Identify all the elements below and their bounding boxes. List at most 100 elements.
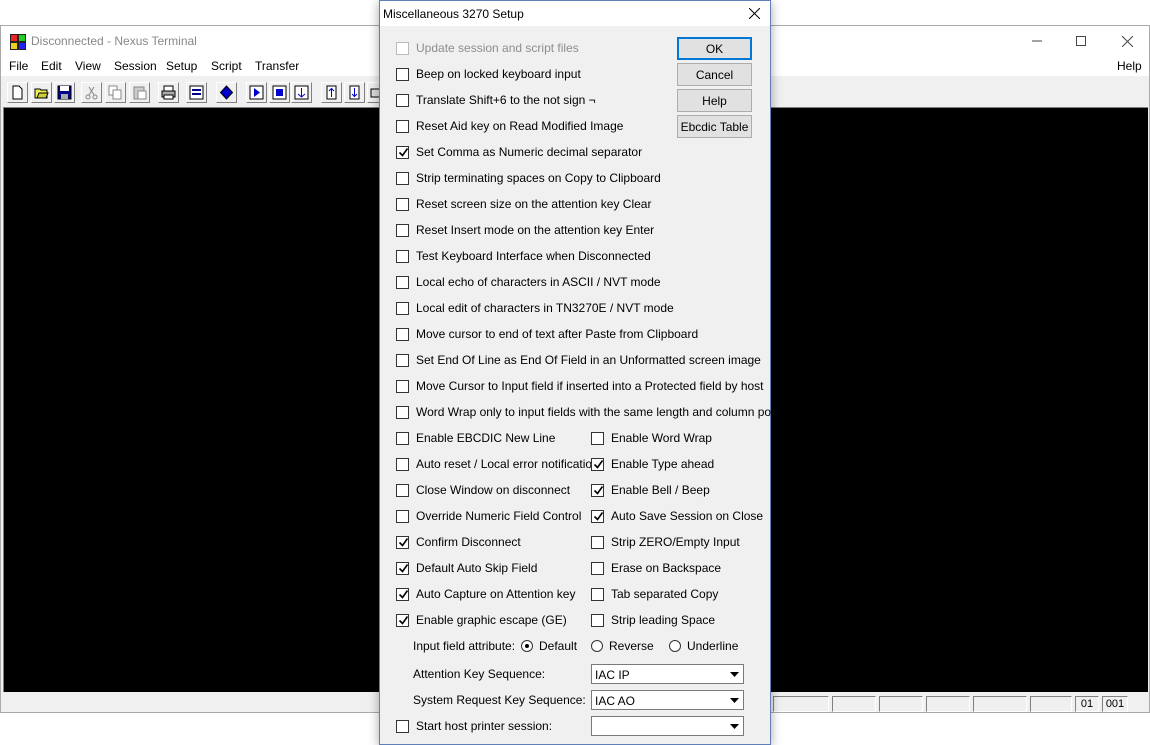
option-enable-ebcdic-new-line[interactable]: Enable EBCDIC New Line <box>396 430 555 446</box>
checkbox-unchecked <box>396 223 409 237</box>
app-icon <box>10 34 26 50</box>
window-title: Disconnected - Nexus Terminal <box>31 34 197 48</box>
option-reset-aid-key-on-read-modified-image[interactable]: Reset Aid key on Read Modified Image <box>396 118 623 134</box>
option-local-edit-of-characters-in-tn3270e-nvt-mode[interactable]: Local edit of characters in TN3270E / NV… <box>396 300 674 316</box>
radio-reverse[interactable]: Reverse <box>591 638 654 654</box>
option-test-keyboard-interface-when-disconnected[interactable]: Test Keyboard Interface when Disconnecte… <box>396 248 651 264</box>
transfer-button[interactable] <box>291 82 312 103</box>
print-screen-icon <box>189 85 204 100</box>
dialog-title: Miscellaneous 3270 Setup <box>383 7 524 21</box>
option-default-auto-skip-field[interactable]: Default Auto Skip Field <box>396 560 537 576</box>
status-cell <box>832 696 876 712</box>
menu-setup[interactable]: Setup <box>166 59 197 73</box>
ok-button[interactable]: OK <box>677 37 752 60</box>
checkbox-checked <box>396 587 409 601</box>
dialog-close-button[interactable] <box>737 1 771 26</box>
checkbox-unchecked <box>396 119 409 133</box>
option-word-wrap-only-to-input-fields-with-the-same-length-and-column-position[interactable]: Word Wrap only to input fields with the … <box>396 404 799 420</box>
option-enable-word-wrap[interactable]: Enable Word Wrap <box>591 430 712 446</box>
radio-default-dot <box>521 640 533 652</box>
open-button[interactable] <box>31 82 52 103</box>
option-label: Translate Shift+6 to the not sign ¬ <box>416 93 596 107</box>
option-reset-screen-size-on-the-attention-key-clear[interactable]: Reset screen size on the attention key C… <box>396 196 651 212</box>
minimize-button[interactable] <box>1014 26 1060 56</box>
checkbox-checked <box>396 535 409 549</box>
open-icon <box>34 88 49 99</box>
play-script-icon <box>249 85 264 100</box>
option-reset-insert-mode-on-the-attention-key-enter[interactable]: Reset Insert mode on the attention key E… <box>396 222 654 238</box>
menu-help[interactable]: Help <box>1117 59 1142 73</box>
radio-default[interactable]: Default <box>521 638 577 654</box>
radio-underline-label: Underline <box>687 639 739 653</box>
checkbox-unchecked <box>591 561 604 575</box>
option-move-cursor-to-input-field-if-inserted-into-a-protected-field-by-host[interactable]: Move Cursor to Input field if inserted i… <box>396 378 764 394</box>
sysreq-key-select[interactable]: IAC AO <box>591 690 744 710</box>
print-button[interactable] <box>158 82 179 103</box>
ebcdic-table-button[interactable]: Ebcdic Table <box>677 115 752 138</box>
checkbox-unchecked <box>396 509 409 523</box>
option-local-echo-of-characters-in-ascii-nvt-mode[interactable]: Local echo of characters in ASCII / NVT … <box>396 274 661 290</box>
attention-key-label: Attention Key Sequence: <box>413 667 546 681</box>
option-beep-on-locked-keyboard-input[interactable]: Beep on locked keyboard input <box>396 66 581 82</box>
option-label: Local echo of characters in ASCII / NVT … <box>416 275 661 289</box>
option-strip-terminating-spaces-on-copy-to-clipboard[interactable]: Strip terminating spaces on Copy to Clip… <box>396 170 661 186</box>
download-button[interactable] <box>344 82 365 103</box>
option-strip-zero-empty-input[interactable]: Strip ZERO/Empty Input <box>591 534 740 550</box>
option-label: Strip ZERO/Empty Input <box>611 535 740 549</box>
printer-select[interactable] <box>591 716 744 736</box>
new-button[interactable] <box>7 82 28 103</box>
option-override-numeric-field-control[interactable]: Override Numeric Field Control <box>396 508 581 524</box>
printer-session-checkbox[interactable]: Start host printer session: <box>396 718 552 734</box>
cancel-button[interactable]: Cancel <box>677 63 752 86</box>
option-enable-graphic-escape-ge[interactable]: Enable graphic escape (GE) <box>396 612 567 628</box>
menu-transfer[interactable]: Transfer <box>255 59 299 73</box>
copy-button[interactable] <box>105 82 126 103</box>
attention-key-select[interactable]: IAC IP <box>591 664 744 684</box>
option-close-window-on-disconnect[interactable]: Close Window on disconnect <box>396 482 570 498</box>
option-auto-reset-local-error-notification[interactable]: Auto reset / Local error notification <box>396 456 599 472</box>
save-button[interactable] <box>54 82 75 103</box>
option-enable-bell-beep[interactable]: Enable Bell / Beep <box>591 482 710 498</box>
checkbox-unchecked <box>396 41 409 55</box>
radio-underline[interactable]: Underline <box>669 638 738 654</box>
print-screen-button[interactable] <box>186 82 207 103</box>
help-button[interactable]: Help <box>677 89 752 112</box>
checkbox-unchecked <box>396 457 409 471</box>
option-confirm-disconnect[interactable]: Confirm Disconnect <box>396 534 521 550</box>
chevron-down-icon <box>726 691 743 709</box>
checkbox-unchecked <box>591 431 604 445</box>
option-tab-separated-copy[interactable]: Tab separated Copy <box>591 586 718 602</box>
option-strip-leading-space[interactable]: Strip leading Space <box>591 612 715 628</box>
misc-setup-dialog: Miscellaneous 3270 Setup OK Cancel Help … <box>379 0 799 745</box>
option-translate-shift-6-to-the-not-sign[interactable]: Translate Shift+6 to the not sign ¬ <box>396 92 596 108</box>
upload-button[interactable] <box>321 82 342 103</box>
option-move-cursor-to-end-of-text-after-paste-from-clipboard[interactable]: Move cursor to end of text after Paste f… <box>396 326 698 342</box>
record-button[interactable] <box>216 82 237 103</box>
checkbox-unchecked <box>396 327 409 341</box>
option-label: Update session and script files <box>416 41 579 55</box>
option-auto-save-session-on-close[interactable]: Auto Save Session on Close <box>591 508 763 524</box>
menu-script[interactable]: Script <box>211 59 242 73</box>
option-set-end-of-line-as-end-of-field-in-an-unformatted-screen-image[interactable]: Set End Of Line as End Of Field in an Un… <box>396 352 761 368</box>
option-label: Auto Capture on Attention key <box>416 587 576 601</box>
option-auto-capture-on-attention-key[interactable]: Auto Capture on Attention key <box>396 586 575 602</box>
option-enable-type-ahead[interactable]: Enable Type ahead <box>591 456 714 472</box>
stop-script-button[interactable] <box>269 82 290 103</box>
option-set-comma-as-numeric-decimal-separator[interactable]: Set Comma as Numeric decimal separator <box>396 144 642 160</box>
cut-button[interactable] <box>81 82 102 103</box>
maximize-icon <box>1076 36 1086 46</box>
paste-button[interactable] <box>129 82 150 103</box>
menu-file[interactable]: File <box>9 59 28 73</box>
copy-icon <box>108 85 122 100</box>
new-icon <box>12 85 23 100</box>
option-label: Enable Bell / Beep <box>611 483 710 497</box>
maximize-button[interactable] <box>1058 26 1104 56</box>
print-icon <box>161 85 176 100</box>
play-script-button[interactable] <box>246 82 267 103</box>
menu-view[interactable]: View <box>75 59 101 73</box>
window-close-button[interactable] <box>1104 26 1150 56</box>
record-icon <box>219 85 234 100</box>
option-erase-on-backspace[interactable]: Erase on Backspace <box>591 560 721 576</box>
menu-edit[interactable]: Edit <box>41 59 62 73</box>
menu-session[interactable]: Session <box>114 59 157 73</box>
